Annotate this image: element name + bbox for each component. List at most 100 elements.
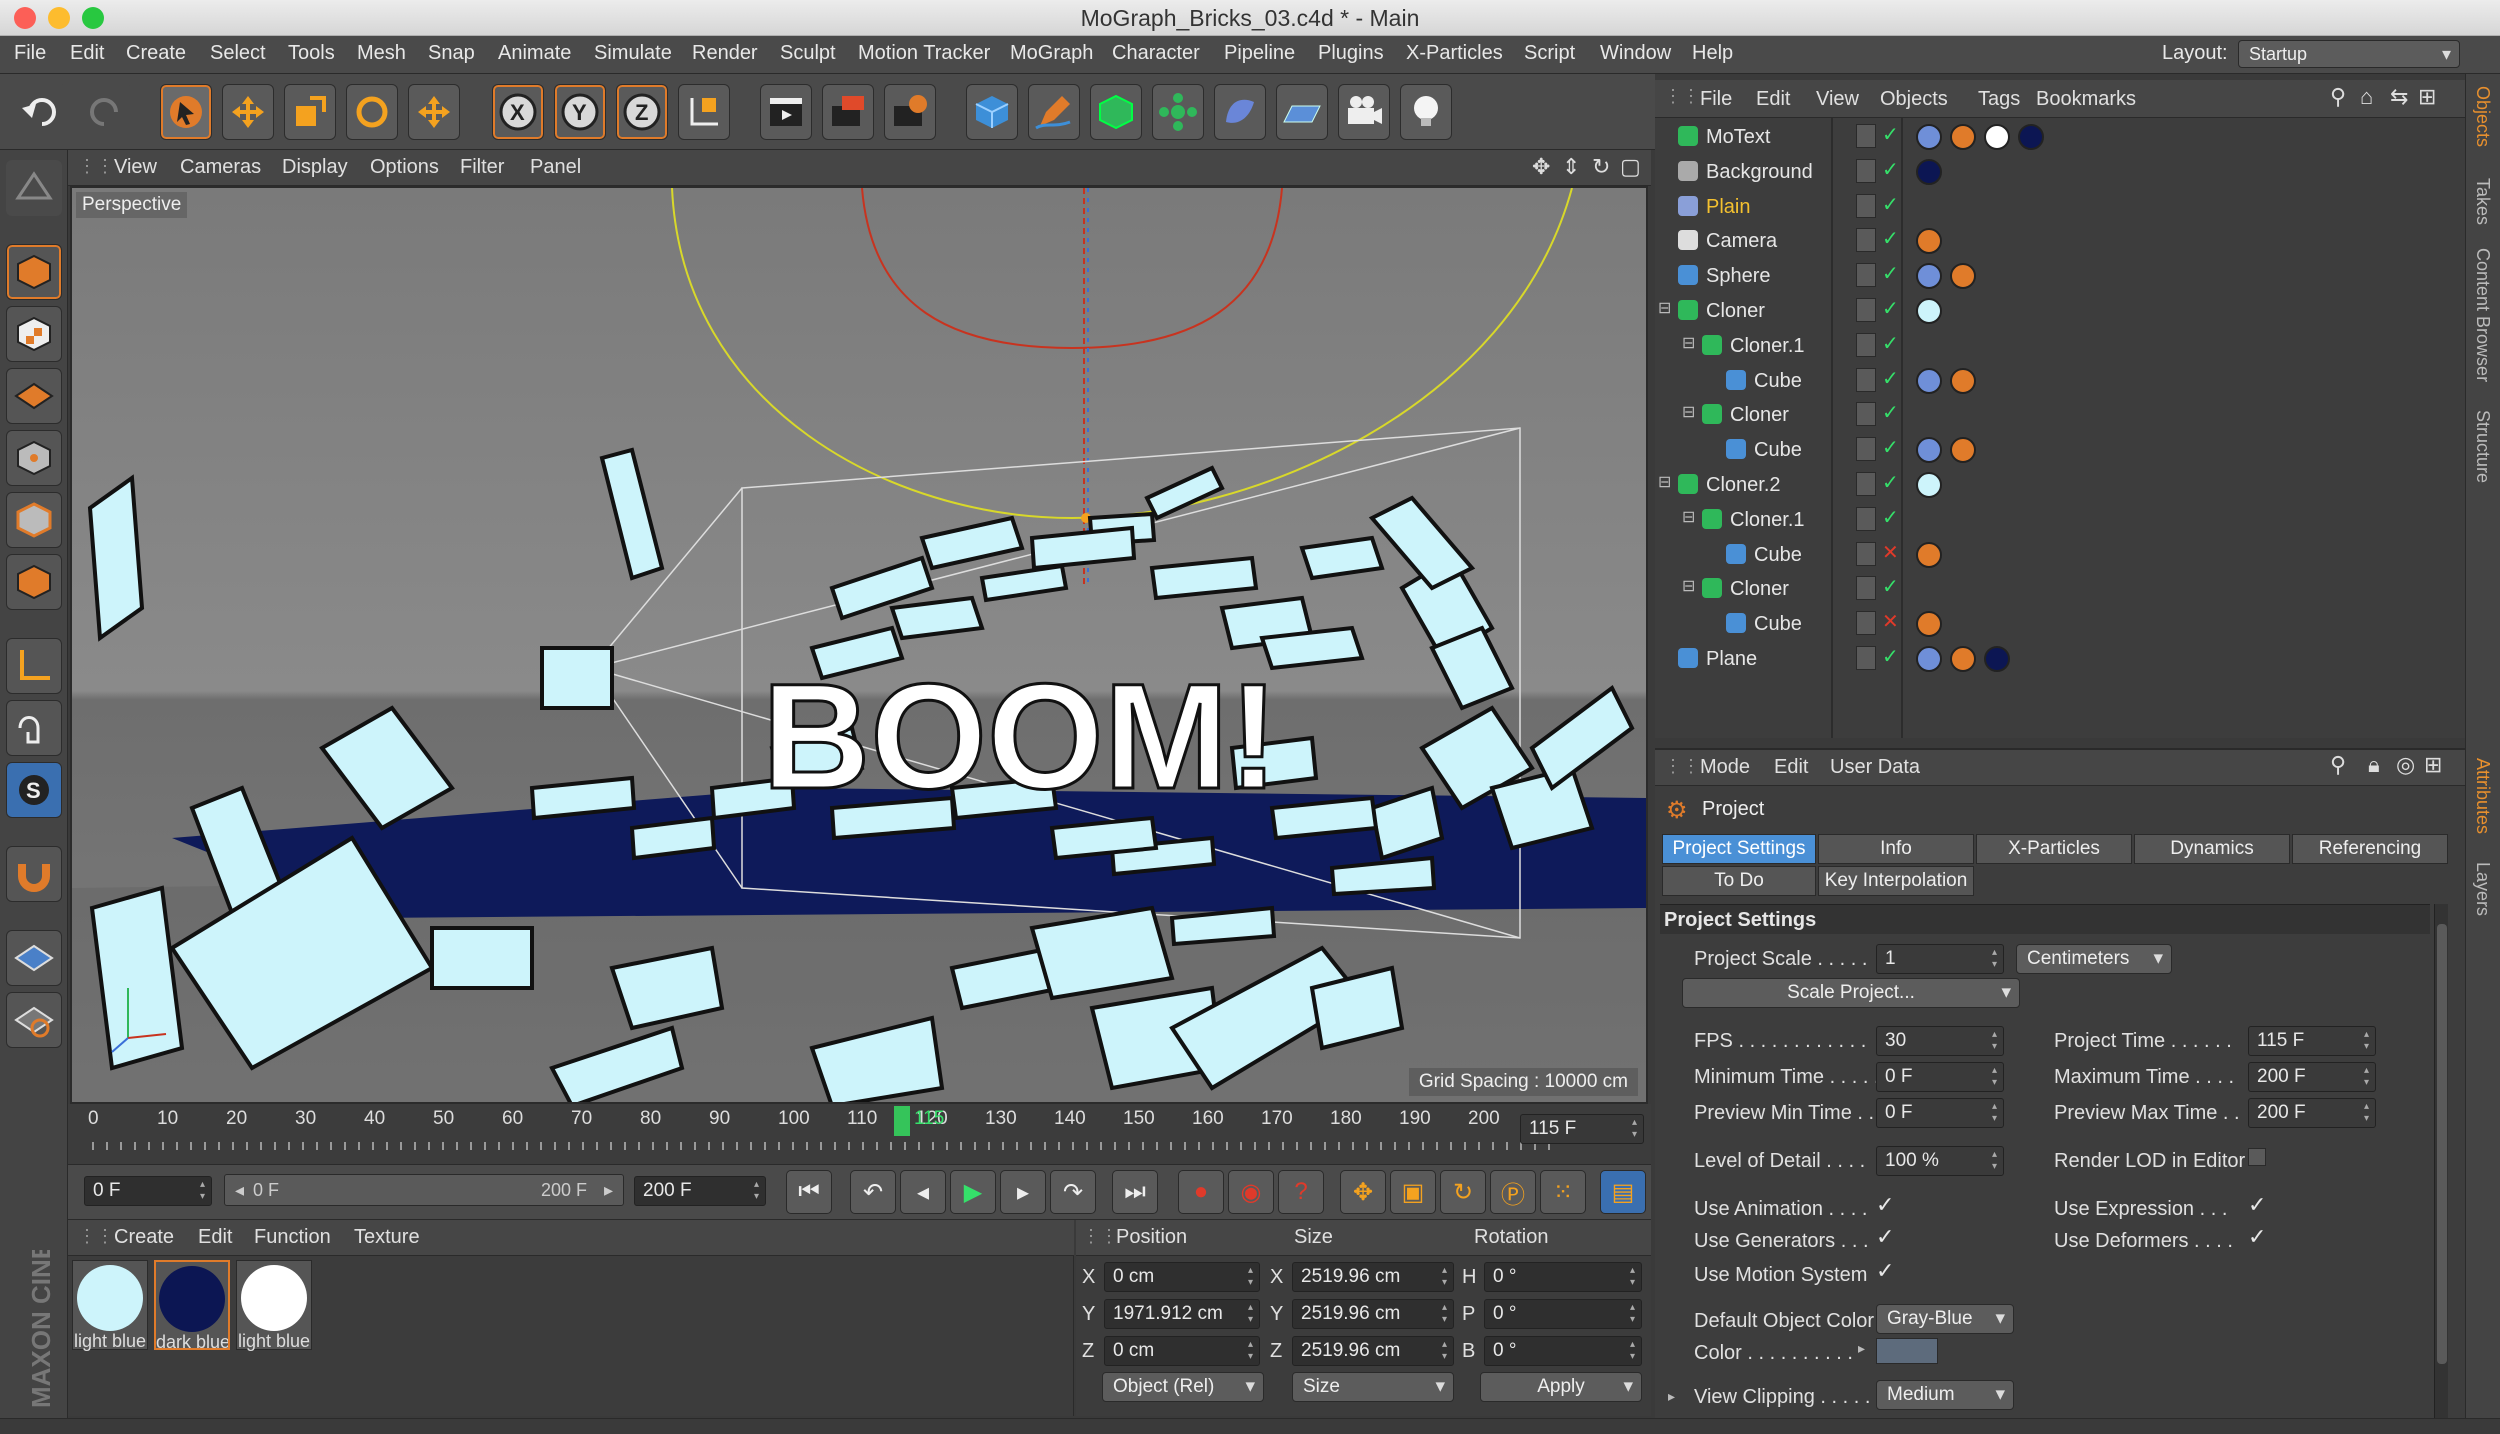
object-row[interactable]: MoText ✓ xyxy=(1660,120,2460,154)
move-icon[interactable] xyxy=(222,84,274,140)
tag-icon[interactable] xyxy=(1950,263,1976,290)
tag-icon[interactable] xyxy=(1950,437,1976,464)
pos-z-field[interactable]: 0 cm xyxy=(1104,1336,1260,1366)
workplane-mode-icon[interactable] xyxy=(6,368,62,424)
z-axis-icon[interactable]: Z xyxy=(616,84,668,140)
layer-visibility-icon[interactable] xyxy=(1856,541,1876,566)
units-dropdown[interactable]: Centimeters xyxy=(2016,944,2172,974)
viewport-rotate-icon[interactable]: ↻ xyxy=(1592,154,1610,180)
tag-icon[interactable] xyxy=(1950,367,1976,394)
scale-icon[interactable] xyxy=(284,84,336,140)
enabled-icon[interactable]: ✓ xyxy=(1882,435,1899,460)
enabled-icon[interactable]: ✓ xyxy=(1882,122,1899,147)
enabled-icon[interactable]: ✓ xyxy=(1882,644,1899,669)
pen-icon[interactable] xyxy=(1028,84,1080,140)
tab-dynamics[interactable]: Dynamics xyxy=(2134,834,2290,864)
magnet-icon[interactable] xyxy=(6,846,62,902)
next-key-icon[interactable]: ↷ xyxy=(1050,1170,1096,1214)
viewport-move-icon[interactable]: ✥ xyxy=(1532,154,1550,180)
menu-render[interactable]: Render xyxy=(692,42,758,65)
vtab-content-browser[interactable]: Content Browser xyxy=(2472,248,2493,382)
tab-key-interpolation[interactable]: Key Interpolation xyxy=(1818,866,1974,896)
render-view-icon[interactable] xyxy=(760,84,812,140)
fps-field[interactable]: 30 xyxy=(1876,1026,2004,1056)
coordinate-mode-dropdown[interactable]: Object (Rel) xyxy=(1102,1372,1264,1402)
menu-simulate[interactable]: Simulate xyxy=(594,42,672,65)
autokey-icon[interactable]: ◉ xyxy=(1228,1170,1274,1214)
viewport-zoom-icon[interactable]: ⇕ xyxy=(1562,154,1580,180)
layer-visibility-icon[interactable] xyxy=(1856,611,1876,636)
tab-x-particles[interactable]: X-Particles xyxy=(1976,834,2132,864)
collapse-icon[interactable]: ⊟ xyxy=(1658,298,1671,318)
disabled-icon[interactable]: ✕ xyxy=(1882,609,1899,634)
collapse-icon[interactable]: ⊟ xyxy=(1682,333,1695,353)
undo-icon[interactable] xyxy=(14,84,66,140)
attr-menu-user-data[interactable]: User Data xyxy=(1830,756,1920,779)
play-icon[interactable]: ▶ xyxy=(950,1170,996,1214)
object-row[interactable]: Background ✓ xyxy=(1660,155,2460,189)
current-frame-field[interactable]: 115 F xyxy=(1520,1114,1644,1144)
rot-p-field[interactable]: 0 ° xyxy=(1484,1299,1642,1329)
keyframe-selection-icon[interactable]: ? xyxy=(1278,1170,1324,1214)
object-row[interactable]: Cube ✕ xyxy=(1660,607,2460,641)
use-animation-checkbox[interactable]: ✓ xyxy=(1876,1192,1894,1218)
tag-icon[interactable] xyxy=(1984,124,2010,150)
timeline-window-icon[interactable]: ▤ xyxy=(1600,1170,1646,1214)
timeline-ruler[interactable]: 0 10 20 30 40 50 60 70 80 90 100 110 120 130 140 150 160… xyxy=(68,1104,1651,1164)
coordinate-system-icon[interactable] xyxy=(678,84,730,140)
timeline-end-field[interactable]: 200 F xyxy=(634,1176,766,1206)
viewport-menu-display[interactable]: Display xyxy=(282,156,348,179)
tag-icon[interactable] xyxy=(1916,158,1942,185)
vtab-attributes[interactable]: Attributes xyxy=(2472,758,2493,834)
cloner-icon[interactable] xyxy=(1152,84,1204,140)
menu-pipeline[interactable]: Pipeline xyxy=(1224,42,1295,65)
tab-referencing[interactable]: Referencing xyxy=(2292,834,2448,864)
tag-icon[interactable] xyxy=(1916,263,1942,290)
material-swatch[interactable]: light blue xyxy=(236,1260,312,1351)
pos-x-field[interactable]: 0 cm xyxy=(1104,1262,1260,1292)
use-deformers-checkbox[interactable]: ✓ xyxy=(2248,1224,2266,1250)
layer-visibility-icon[interactable] xyxy=(1856,228,1876,253)
camera-icon[interactable] xyxy=(1338,84,1390,140)
attribute-scrollbar-thumb[interactable] xyxy=(2437,924,2447,1364)
material-menu-texture[interactable]: Texture xyxy=(354,1226,420,1249)
timeline-start-field[interactable]: 0 F xyxy=(84,1176,212,1206)
enabled-icon[interactable]: ✓ xyxy=(1882,226,1899,251)
enabled-icon[interactable]: ✓ xyxy=(1882,296,1899,321)
tab-to-do[interactable]: To Do xyxy=(1662,866,1816,896)
edges-mode-icon[interactable] xyxy=(6,492,62,548)
material-menu-create[interactable]: Create xyxy=(114,1226,174,1249)
key-pla-icon[interactable]: ⁙ xyxy=(1540,1170,1586,1214)
tag-icon[interactable] xyxy=(1984,646,2010,672)
color-swatch[interactable] xyxy=(1876,1338,1938,1364)
vtab-objects[interactable]: Objects xyxy=(2472,86,2493,147)
object-row[interactable]: Cube ✓ xyxy=(1660,364,2460,398)
navigate-icon[interactable]: ⇆ xyxy=(2390,84,2408,110)
transform-icon[interactable] xyxy=(408,84,460,140)
menu-edit[interactable]: Edit xyxy=(70,42,104,65)
object-row[interactable]: Cube ✓ xyxy=(1660,433,2460,467)
new-view-icon[interactable]: ⊞ xyxy=(2424,752,2442,778)
preview-min-time-field[interactable]: 0 F xyxy=(1876,1098,2004,1128)
maximum-time-field[interactable]: 200 F xyxy=(2248,1062,2376,1092)
level-of-detail-field[interactable]: 100 % xyxy=(1876,1146,2004,1176)
vtab-takes[interactable]: Takes xyxy=(2472,178,2493,225)
obj-menu-tags[interactable]: Tags xyxy=(1978,88,2020,111)
subdivision-icon[interactable] xyxy=(1090,84,1142,140)
material-swatch[interactable]: light blue xyxy=(72,1260,148,1351)
menu-mograph[interactable]: MoGraph xyxy=(1010,42,1093,65)
enabled-icon[interactable]: ✓ xyxy=(1882,366,1899,391)
render-lod-checkbox[interactable] xyxy=(2248,1148,2266,1166)
layer-visibility-icon[interactable] xyxy=(1856,646,1876,670)
rotate-icon[interactable] xyxy=(346,84,398,140)
vtab-layers[interactable]: Layers xyxy=(2472,862,2493,916)
minimum-time-field[interactable]: 0 F xyxy=(1876,1062,2004,1092)
material-menu-edit[interactable]: Edit xyxy=(198,1226,232,1249)
layer-visibility-icon[interactable] xyxy=(1856,263,1876,288)
polygons-mode-icon[interactable] xyxy=(6,554,62,610)
target-icon[interactable]: ◎ xyxy=(2396,752,2415,778)
obj-menu-bookmarks[interactable]: Bookmarks xyxy=(2036,88,2136,111)
key-rotation-icon[interactable]: ↻ xyxy=(1440,1170,1486,1214)
object-row[interactable]: ⊟ Cloner.1 ✓ xyxy=(1660,503,2460,537)
enabled-icon[interactable]: ✓ xyxy=(1882,505,1899,530)
